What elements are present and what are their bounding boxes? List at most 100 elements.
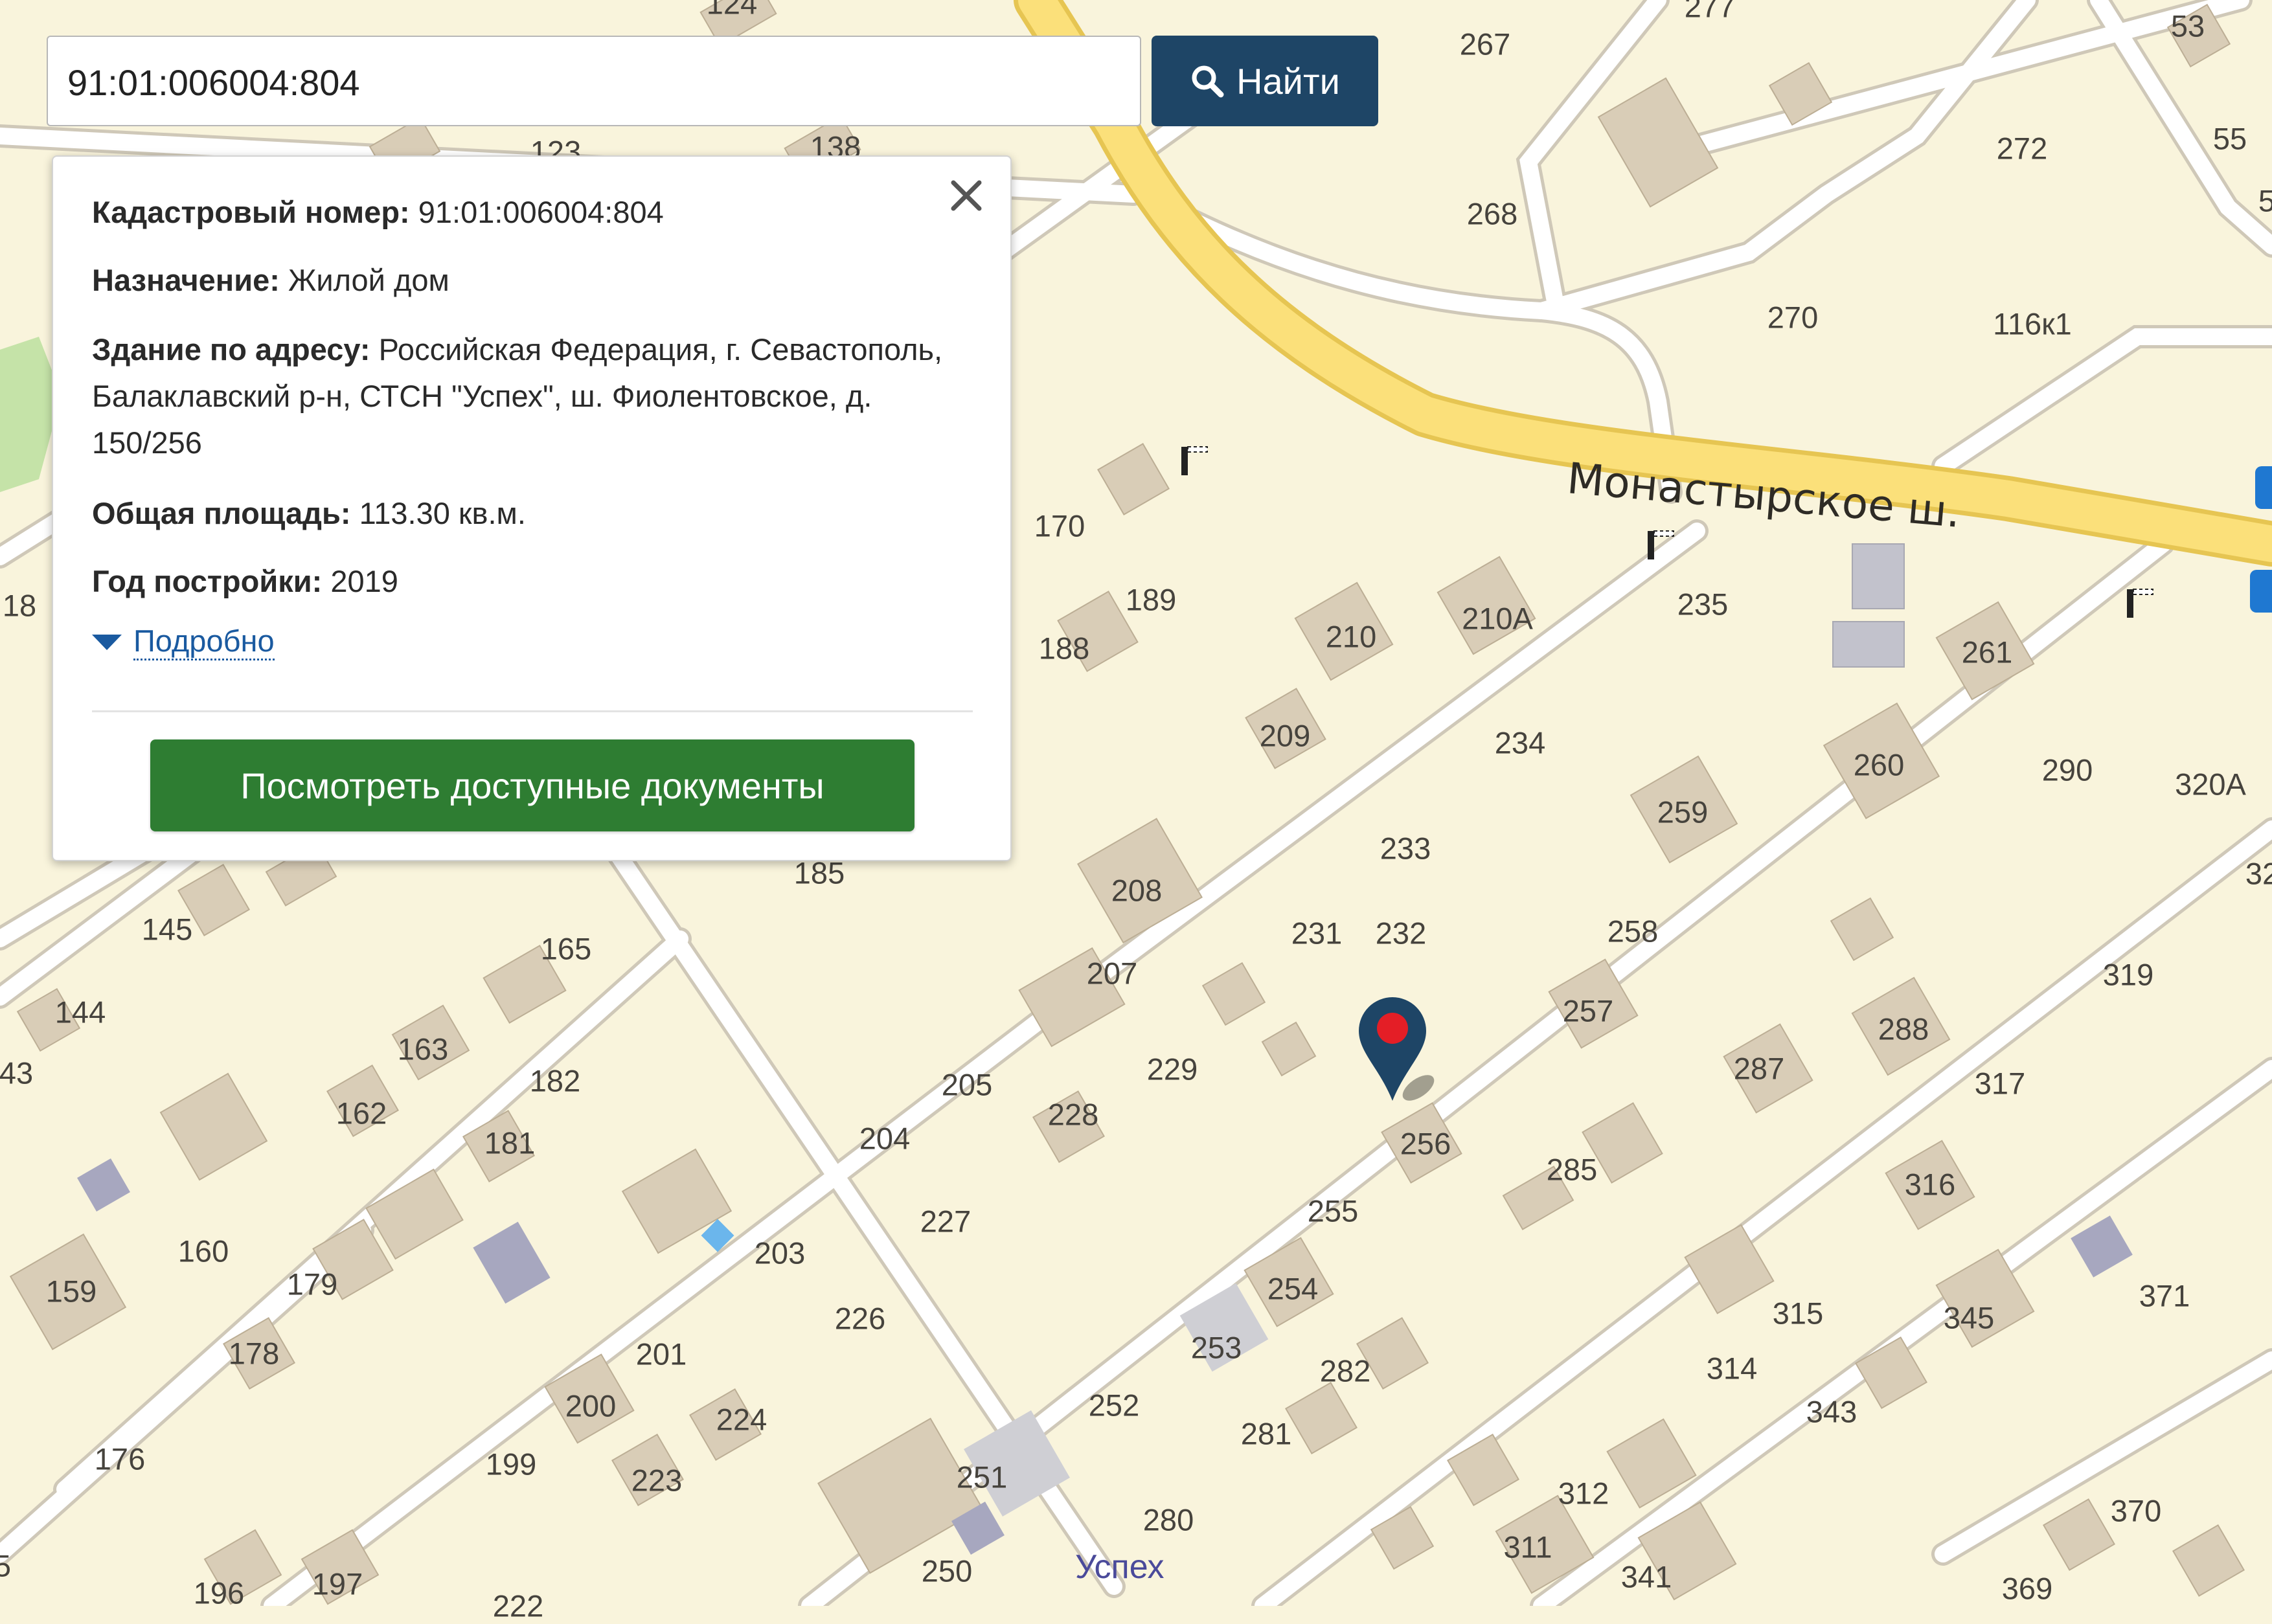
house-number: 116к1 <box>1993 306 2072 341</box>
barrier-icon <box>2127 589 2153 618</box>
house-number: 261 <box>1961 635 2013 670</box>
house-number: 196 <box>193 1575 245 1610</box>
house-number: 228 <box>1047 1097 1099 1132</box>
search-button[interactable]: Найти <box>1152 36 1378 126</box>
house-number: 255 <box>1307 1193 1359 1228</box>
location-pin-icon[interactable] <box>1354 991 1444 1107</box>
house-number: 267 <box>1459 27 1511 62</box>
house-number: 210 <box>1325 619 1377 654</box>
house-number: 312 <box>1558 1476 1609 1511</box>
view-documents-button[interactable]: Посмотреть доступные документы <box>150 739 914 831</box>
house-number: 320А <box>2175 767 2246 802</box>
bus-stop-icon[interactable] <box>2255 466 2272 509</box>
house-number: 5 <box>0 1548 12 1583</box>
house-number: 233 <box>1380 831 1431 866</box>
house-number: 234 <box>1494 725 1546 760</box>
divider <box>92 710 973 712</box>
house-number: 205 <box>941 1067 993 1102</box>
house-number: 200 <box>565 1388 617 1423</box>
barrier-icon <box>1181 446 1208 475</box>
details-link[interactable]: Подробно <box>92 623 275 660</box>
row-label: Здание по адресу: <box>92 332 370 367</box>
district-label: Успех <box>1075 1548 1164 1586</box>
house-number: 207 <box>1086 956 1138 991</box>
house-number: 345 <box>1943 1300 1995 1335</box>
house-number: 272 <box>1996 131 2048 166</box>
house-number: 341 <box>1620 1559 1672 1594</box>
house-number: 259 <box>1657 795 1709 829</box>
house-number: 281 <box>1240 1416 1292 1451</box>
row-value: Жилой дом <box>288 263 449 297</box>
house-number: 159 <box>45 1274 97 1309</box>
house-number: 160 <box>177 1234 229 1269</box>
house-number: 18 <box>2 588 37 623</box>
cadastral-number-row: Кадастровый номер: 91:01:006004:804 <box>92 189 953 236</box>
house-number: 317 <box>1974 1066 2026 1101</box>
house-number: 251 <box>956 1460 1008 1494</box>
house-number: 314 <box>1706 1351 1758 1386</box>
house-number: 254 <box>1267 1271 1319 1306</box>
house-number: 252 <box>1088 1388 1140 1423</box>
house-number: 176 <box>94 1441 146 1476</box>
house-number: 371 <box>2139 1278 2190 1313</box>
house-number: 226 <box>834 1301 886 1336</box>
house-number: 227 <box>920 1204 971 1239</box>
house-number: 315 <box>1772 1296 1824 1331</box>
house-number: 343 <box>1806 1394 1857 1429</box>
house-number: 181 <box>484 1125 536 1160</box>
house-number: 370 <box>2110 1493 2162 1528</box>
house-number: 288 <box>1878 1011 1929 1046</box>
row-label: Общая площадь: <box>92 496 351 530</box>
house-number: 203 <box>754 1235 806 1270</box>
house-number: 201 <box>635 1336 687 1371</box>
house-number: 250 <box>921 1553 973 1588</box>
cadastral-info-card: Кадастровый номер: 91:01:006004:804 Назн… <box>52 155 1012 861</box>
house-number: 163 <box>397 1032 449 1066</box>
caret-down-icon <box>92 635 122 650</box>
area-row: Общая площадь: 113.30 кв.м. <box>92 490 953 537</box>
house-number: 290 <box>2041 752 2093 787</box>
search-input[interactable] <box>67 56 1117 108</box>
house-number: 258 <box>1607 914 1659 949</box>
house-number: 197 <box>312 1566 363 1601</box>
house-number: 369 <box>2001 1571 2053 1606</box>
house-number: 179 <box>286 1267 338 1302</box>
house-number: 319 <box>2102 957 2154 992</box>
house-number: 256 <box>1400 1126 1451 1161</box>
house-number: 178 <box>228 1336 280 1371</box>
house-number: 165 <box>540 931 592 966</box>
house-number: 285 <box>1546 1152 1598 1187</box>
search-bar <box>47 36 1141 126</box>
house-number: 145 <box>141 912 193 947</box>
row-label: Кадастровый номер: <box>92 195 410 229</box>
house-number: 257 <box>1562 993 1614 1028</box>
house-number: 144 <box>54 995 106 1030</box>
house-number: 224 <box>716 1402 767 1437</box>
row-value: 91:01:006004:804 <box>418 195 664 229</box>
house-number: 270 <box>1767 300 1819 335</box>
house-number: 222 <box>492 1588 544 1623</box>
house-number: 229 <box>1146 1052 1198 1087</box>
house-number: 170 <box>1034 508 1085 543</box>
house-number: 316 <box>1904 1167 1956 1202</box>
house-number: 232 <box>1375 916 1427 951</box>
house-number: 208 <box>1111 873 1163 908</box>
row-label: Год постройки: <box>92 564 323 598</box>
build-year-row: Год постройки: 2019 <box>92 558 953 605</box>
barrier-icon <box>1648 530 1674 559</box>
row-value: 2019 <box>330 564 398 598</box>
house-number: 280 <box>1142 1502 1194 1537</box>
house-number: 231 <box>1291 916 1343 951</box>
house-number: 124 <box>706 0 758 21</box>
bus-stop-icon[interactable] <box>2250 570 2272 613</box>
house-number: 260 <box>1853 747 1905 782</box>
address-row: Здание по адресу: Российская Федерация, … <box>92 326 953 466</box>
house-number: 182 <box>529 1063 581 1098</box>
house-number: 32 <box>2245 856 2272 891</box>
search-icon <box>1192 65 1224 98</box>
row-label: Назначение: <box>92 263 280 297</box>
house-number: 204 <box>859 1121 911 1156</box>
purpose-row: Назначение: Жилой дом <box>92 257 953 304</box>
house-number: 287 <box>1733 1051 1785 1086</box>
house-number: 210А <box>1462 601 1533 636</box>
